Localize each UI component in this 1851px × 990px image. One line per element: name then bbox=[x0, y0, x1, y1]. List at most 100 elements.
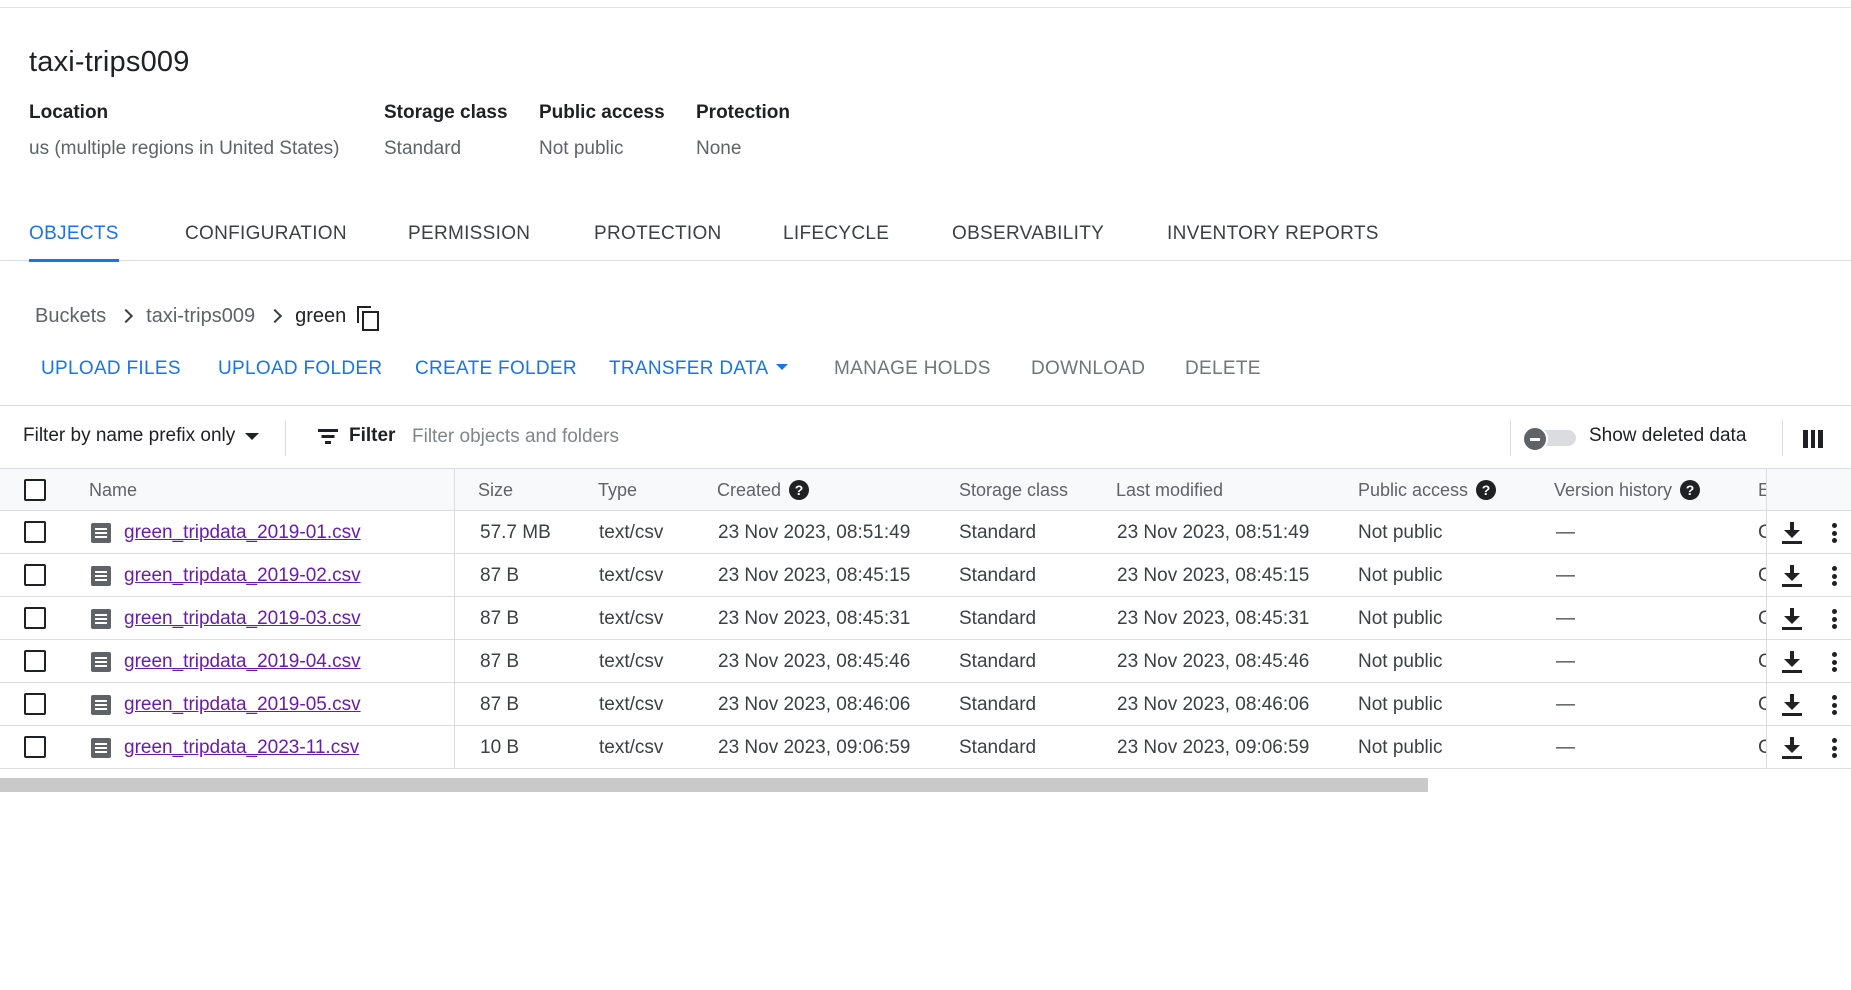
more-vert-icon[interactable] bbox=[1832, 738, 1838, 758]
show-deleted-label: Show deleted data bbox=[1589, 425, 1747, 446]
row-actions-column bbox=[1766, 597, 1851, 639]
breadcrumb: Buckets taxi-trips009 green bbox=[35, 303, 380, 331]
cell-type: text/csv bbox=[599, 737, 664, 758]
header-size[interactable]: Size bbox=[478, 469, 513, 511]
more-vert-icon[interactable] bbox=[1832, 609, 1838, 629]
file-icon bbox=[91, 695, 111, 715]
cell-type: text/csv bbox=[599, 651, 664, 672]
download-icon[interactable] bbox=[1782, 694, 1802, 716]
top-divider bbox=[0, 7, 1851, 8]
cell-created: 23 Nov 2023, 08:45:31 bbox=[718, 608, 911, 629]
download-icon[interactable] bbox=[1782, 565, 1802, 587]
more-vert-icon[interactable] bbox=[1832, 695, 1838, 715]
header-version-history-label: Version history bbox=[1554, 480, 1673, 500]
tab-inventory-reports[interactable]: INVENTORY REPORTS bbox=[1167, 214, 1379, 261]
help-icon[interactable]: ? bbox=[1476, 480, 1497, 500]
breadcrumb-bucket[interactable]: taxi-trips009 bbox=[146, 305, 255, 328]
horizontal-scrollbar[interactable] bbox=[0, 778, 1428, 792]
breadcrumb-buckets[interactable]: Buckets bbox=[35, 305, 106, 328]
column-resize-handle[interactable] bbox=[454, 469, 455, 510]
create-folder-button[interactable]: CREATE FOLDER bbox=[415, 358, 577, 380]
meta-value: us (multiple regions in United States) bbox=[29, 138, 340, 159]
help-icon[interactable]: ? bbox=[789, 480, 810, 500]
row-checkbox[interactable] bbox=[24, 693, 46, 715]
cell-storage-class: Standard bbox=[959, 694, 1037, 715]
more-vert-icon[interactable] bbox=[1832, 566, 1838, 586]
transfer-data-button[interactable]: TRANSFER DATA bbox=[609, 358, 789, 380]
header-last-modified[interactable]: Last modified bbox=[1116, 469, 1223, 511]
meta-label: Location bbox=[29, 102, 109, 123]
tab-lifecycle[interactable]: LIFECYCLE bbox=[783, 214, 889, 261]
object-name-link[interactable]: green_tripdata_2019-02.csv bbox=[124, 554, 361, 597]
object-name-link[interactable]: green_tripdata_2019-03.csv bbox=[124, 597, 361, 640]
cell-type: text/csv bbox=[599, 694, 664, 715]
meta-label: Public access bbox=[539, 102, 665, 123]
cell-last-modified: 23 Nov 2023, 08:45:31 bbox=[1117, 608, 1310, 629]
more-vert-icon[interactable] bbox=[1832, 523, 1838, 543]
cell-size: 87 B bbox=[480, 651, 520, 672]
meta-value: Standard bbox=[384, 138, 462, 159]
header-type[interactable]: Type bbox=[598, 469, 637, 511]
manage-holds-button[interactable]: MANAGE HOLDS bbox=[834, 358, 991, 380]
dropdown-caret-icon bbox=[245, 432, 260, 440]
row-checkbox[interactable] bbox=[24, 736, 46, 758]
row-checkbox[interactable] bbox=[24, 521, 46, 543]
cell-storage-class: Standard bbox=[959, 737, 1037, 758]
cell-last-modified: 23 Nov 2023, 09:06:59 bbox=[1117, 737, 1310, 758]
table-row[interactable]: green_tripdata_2019-03.csv 87 B text/csv… bbox=[0, 597, 1851, 640]
tab-protection[interactable]: PROTECTION bbox=[594, 214, 722, 261]
object-name-link[interactable]: green_tripdata_2019-01.csv bbox=[124, 511, 361, 554]
tab-configuration[interactable]: CONFIGURATION bbox=[185, 214, 347, 261]
upload-folder-button[interactable]: UPLOAD FOLDER bbox=[218, 358, 382, 380]
download-button[interactable]: DOWNLOAD bbox=[1031, 358, 1145, 380]
filter-bar: Filter by name prefix only Filter Show d… bbox=[0, 405, 1851, 469]
download-icon[interactable] bbox=[1782, 737, 1802, 759]
download-icon[interactable] bbox=[1782, 651, 1802, 673]
header-version-history[interactable]: Version history? bbox=[1554, 469, 1701, 511]
table-row[interactable]: green_tripdata_2023-11.csv 10 B text/csv… bbox=[0, 726, 1851, 769]
header-created[interactable]: Created? bbox=[717, 469, 810, 511]
cell-public-access: Not public bbox=[1358, 608, 1443, 629]
filter-mode-select[interactable]: Filter by name prefix only bbox=[23, 425, 260, 447]
tab-objects[interactable]: OBJECTS bbox=[29, 214, 119, 262]
object-name-link[interactable]: green_tripdata_2023-11.csv bbox=[124, 726, 359, 769]
cell-size: 57.7 MB bbox=[480, 522, 551, 543]
cell-storage-class: Standard bbox=[959, 608, 1037, 629]
filter-icon bbox=[317, 428, 339, 444]
column-divider bbox=[454, 683, 455, 725]
table-row[interactable]: green_tripdata_2019-02.csv 87 B text/csv… bbox=[0, 554, 1851, 597]
more-vert-icon[interactable] bbox=[1832, 652, 1838, 672]
delete-button[interactable]: DELETE bbox=[1185, 358, 1261, 380]
transfer-data-label: TRANSFER DATA bbox=[609, 358, 769, 379]
table-row[interactable]: green_tripdata_2019-01.csv 57.7 MB text/… bbox=[0, 511, 1851, 554]
download-icon[interactable] bbox=[1782, 608, 1802, 630]
object-name-link[interactable]: green_tripdata_2019-05.csv bbox=[124, 683, 361, 726]
toggle-knob bbox=[1522, 426, 1548, 452]
header-public-access[interactable]: Public access? bbox=[1358, 469, 1497, 511]
table-row[interactable]: green_tripdata_2019-05.csv 87 B text/csv… bbox=[0, 683, 1851, 726]
show-deleted-toggle[interactable] bbox=[1522, 426, 1576, 452]
cell-last-modified: 23 Nov 2023, 08:51:49 bbox=[1117, 522, 1310, 543]
cell-created: 23 Nov 2023, 08:51:49 bbox=[718, 522, 911, 543]
cell-storage-class: Standard bbox=[959, 565, 1037, 586]
table-row[interactable]: green_tripdata_2019-04.csv 87 B text/csv… bbox=[0, 640, 1851, 683]
row-checkbox[interactable] bbox=[24, 607, 46, 629]
row-checkbox[interactable] bbox=[24, 564, 46, 586]
column-display-icon[interactable] bbox=[1803, 430, 1823, 448]
copy-icon[interactable] bbox=[354, 304, 380, 331]
row-checkbox[interactable] bbox=[24, 650, 46, 672]
filter-button[interactable]: Filter bbox=[317, 425, 395, 447]
help-icon[interactable]: ? bbox=[1680, 480, 1701, 500]
object-name-link[interactable]: green_tripdata_2019-04.csv bbox=[124, 640, 361, 683]
cell-public-access: Not public bbox=[1358, 694, 1443, 715]
filter-input[interactable] bbox=[412, 422, 992, 452]
tab-permission[interactable]: PERMISSION bbox=[408, 214, 530, 261]
header-name[interactable]: Name bbox=[89, 469, 137, 511]
tab-observability[interactable]: OBSERVABILITY bbox=[952, 214, 1104, 261]
meta-value: None bbox=[696, 138, 742, 159]
upload-files-button[interactable]: UPLOAD FILES bbox=[41, 358, 181, 380]
cell-size: 87 B bbox=[480, 565, 520, 586]
select-all-checkbox[interactable] bbox=[24, 479, 46, 501]
header-storage-class[interactable]: Storage class bbox=[959, 469, 1068, 511]
download-icon[interactable] bbox=[1782, 522, 1802, 544]
